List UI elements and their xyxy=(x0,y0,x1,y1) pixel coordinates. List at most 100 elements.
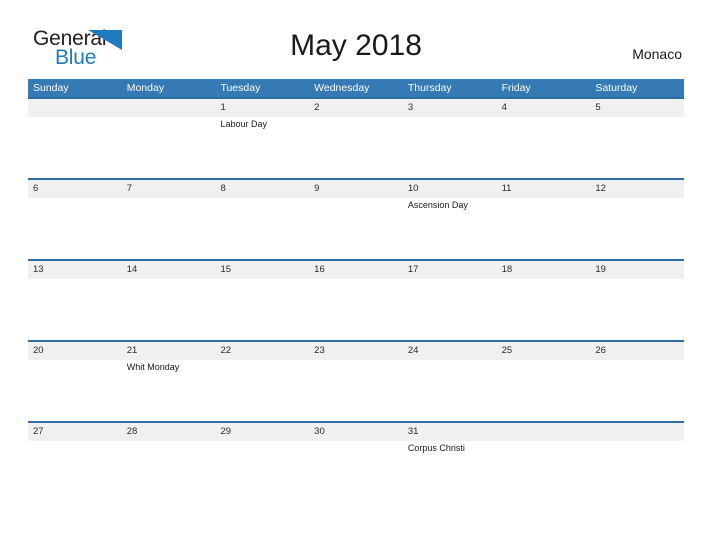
day-cell[interactable] xyxy=(121,99,216,178)
day-number: 7 xyxy=(126,183,133,194)
day-number: 25 xyxy=(501,345,513,356)
day-date-band xyxy=(215,99,310,117)
day-date-band xyxy=(309,180,403,198)
day-cell[interactable]: 8 xyxy=(215,180,310,259)
day-number: 13 xyxy=(33,264,44,275)
day-number: 11 xyxy=(501,183,512,194)
weekday-header-saturday: Saturday xyxy=(595,82,638,94)
page-header: General Blue May 2018 Monaco xyxy=(0,0,712,79)
day-cell[interactable]: 23 xyxy=(309,342,403,421)
day-date-band xyxy=(590,423,685,441)
day-cell[interactable]: 25 xyxy=(496,342,591,421)
day-number: 12 xyxy=(595,183,606,194)
day-cell[interactable]: 15 xyxy=(215,261,310,340)
day-cell[interactable]: 21 Whit Monday xyxy=(121,342,216,421)
day-number: 22 xyxy=(220,345,232,356)
day-number: 9 xyxy=(314,183,320,194)
weekday-header-thursday: Thursday xyxy=(407,82,452,94)
day-number: 30 xyxy=(314,426,325,437)
day-event-label: Labour Day xyxy=(220,119,267,129)
day-cell[interactable]: 22 xyxy=(215,342,310,421)
day-number: 28 xyxy=(126,426,138,437)
week-row: 6 7 8 9 10 Ascension Day 11 12 xyxy=(28,178,685,259)
week-row: 13 14 15 16 17 18 19 xyxy=(28,259,685,340)
day-date-band xyxy=(496,423,591,441)
day-number: 8 xyxy=(220,183,226,194)
day-date-band xyxy=(121,99,216,117)
day-cell[interactable]: 7 xyxy=(121,180,216,259)
day-cell[interactable]: 26 xyxy=(590,342,685,421)
day-cell[interactable]: 2 xyxy=(309,99,403,178)
day-number: 3 xyxy=(407,102,414,113)
day-number: 16 xyxy=(314,264,325,275)
page-title: May 2018 xyxy=(290,29,422,62)
day-cell[interactable]: 18 xyxy=(496,261,591,340)
day-number: 21 xyxy=(126,345,138,356)
day-cell[interactable]: 28 xyxy=(121,423,216,502)
day-cell[interactable]: 27 xyxy=(28,423,122,502)
day-number: 6 xyxy=(33,183,39,194)
day-number: 15 xyxy=(220,264,232,275)
region-label: Monaco xyxy=(632,46,682,62)
day-event-label: Ascension Day xyxy=(407,200,468,210)
calendar-page: General Blue May 2018 Monaco Sunday Mond… xyxy=(0,0,712,550)
day-number: 10 xyxy=(407,183,419,194)
weekday-header-monday: Monday xyxy=(126,82,165,94)
week-row: 27 28 29 30 31 Corpus Christi xyxy=(28,421,685,502)
calendar-grid: Sunday Monday Tuesday Wednesday Thursday… xyxy=(28,79,685,502)
day-number: 29 xyxy=(220,426,232,437)
day-number: 4 xyxy=(501,102,507,113)
day-date-band xyxy=(28,99,122,117)
day-cell[interactable]: 17 xyxy=(402,261,497,340)
day-event-label: Corpus Christi xyxy=(407,443,465,453)
day-date-band xyxy=(496,99,591,117)
weekday-header-tuesday: Tuesday xyxy=(220,82,261,94)
week-row: 1 Labour Day 2 3 4 5 xyxy=(28,97,685,178)
day-cell[interactable] xyxy=(496,423,591,502)
day-number: 19 xyxy=(595,264,606,275)
weekday-header-friday: Friday xyxy=(501,82,531,94)
day-cell[interactable] xyxy=(590,423,685,502)
day-date-band xyxy=(121,180,216,198)
day-cell[interactable]: 10 Ascension Day xyxy=(402,180,497,259)
weekday-header-wednesday: Wednesday xyxy=(314,82,370,94)
day-cell[interactable]: 16 xyxy=(309,261,403,340)
day-cell[interactable]: 4 xyxy=(496,99,591,178)
day-cell[interactable]: 19 xyxy=(590,261,685,340)
day-number: 1 xyxy=(220,102,226,113)
day-cell[interactable]: 24 xyxy=(402,342,497,421)
day-date-band xyxy=(402,99,497,117)
day-cell[interactable]: 29 xyxy=(215,423,310,502)
weekday-header-row: Sunday Monday Tuesday Wednesday Thursday… xyxy=(28,79,684,97)
day-date-band xyxy=(309,99,403,117)
day-number: 31 xyxy=(407,426,419,437)
day-cell[interactable]: 31 Corpus Christi xyxy=(402,423,497,502)
day-number: 27 xyxy=(33,426,44,437)
day-number: 23 xyxy=(314,345,325,356)
day-number: 14 xyxy=(126,264,138,275)
day-number: 26 xyxy=(595,345,606,356)
day-cell[interactable]: 11 xyxy=(496,180,591,259)
day-cell[interactable] xyxy=(28,99,122,178)
day-number: 18 xyxy=(501,264,513,275)
day-event-label: Whit Monday xyxy=(126,362,180,372)
day-date-band xyxy=(215,180,310,198)
day-cell[interactable]: 9 xyxy=(309,180,403,259)
day-cell[interactable]: 30 xyxy=(309,423,403,502)
day-number: 24 xyxy=(407,345,419,356)
day-cell[interactable]: 13 xyxy=(28,261,122,340)
day-cell[interactable]: 20 xyxy=(28,342,122,421)
day-number: 17 xyxy=(407,264,419,275)
day-cell[interactable]: 12 xyxy=(590,180,685,259)
day-cell[interactable]: 1 Labour Day xyxy=(215,99,310,178)
weekday-header-sunday: Sunday xyxy=(33,82,69,94)
day-number: 2 xyxy=(314,102,320,113)
day-date-band xyxy=(590,99,685,117)
day-cell[interactable]: 3 xyxy=(402,99,497,178)
day-cell[interactable]: 5 xyxy=(590,99,685,178)
day-cell[interactable]: 6 xyxy=(28,180,122,259)
day-date-band xyxy=(28,180,122,198)
day-number: 5 xyxy=(595,102,601,113)
day-cell[interactable]: 14 xyxy=(121,261,216,340)
day-number: 20 xyxy=(33,345,44,356)
